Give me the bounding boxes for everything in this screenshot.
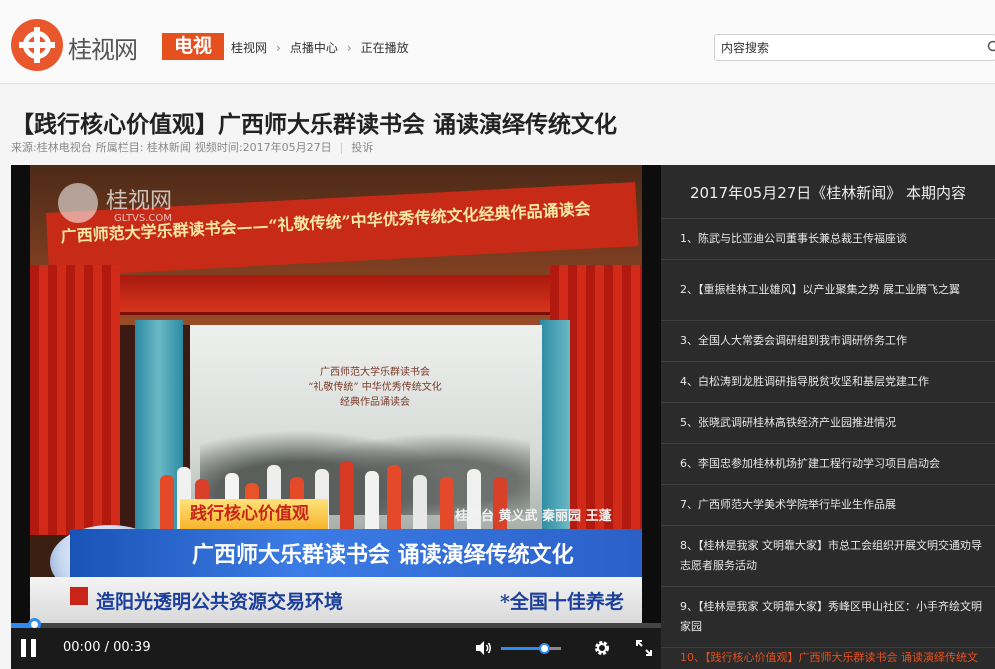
pause-button[interactable]	[21, 639, 37, 657]
caption-headline: 广西师大乐群读书会 诵读演绎传统文化	[192, 542, 574, 568]
list-item[interactable]: 4、白松涛到龙胜调研指导脱贫攻坚和基层党建工作	[661, 362, 995, 403]
complain-link[interactable]: 投诉	[351, 139, 373, 155]
article-meta: 来源:桂林电视台 所属栏目: 桂林新闻 视频时间:2017年05月27日 | 投…	[11, 139, 373, 155]
chevron-right-icon: ›	[346, 40, 352, 55]
list-item[interactable]: 8、【桂林是我家 文明靠大家】市总工会组织开展文明交通劝导志愿者服务活动	[661, 526, 995, 587]
time-display: 00:00 / 00:39	[63, 640, 151, 655]
page-title: 【践行核心价值观】广西师大乐群读书会 诵读演绎传统文化	[11, 112, 618, 138]
time-total: 00:39	[113, 640, 151, 655]
list-item[interactable]: 9、【桂林是我家 文明靠大家】秀峰区甲山社区：小手齐绘文明家园	[661, 587, 995, 648]
episode-list: 1、陈武与比亚迪公司董事长兼总裁王传福座谈 2、【重振桂林工业雄风】以产业聚集之势…	[661, 219, 995, 669]
list-item-label: 1、陈武与比亚迪公司董事长兼总裁王传福座谈	[680, 232, 907, 245]
list-item[interactable]: 5、张晓武调研桂林高铁经济产业园推进情况	[661, 403, 995, 444]
divider: |	[339, 140, 344, 154]
search-icon[interactable]	[987, 40, 995, 54]
breadcrumb-vod[interactable]: 点播中心	[290, 39, 338, 56]
backdrop-text: 广西师范大学乐群读书会 “礼敬传统” 中华优秀传统文化 经典作品诵读会	[308, 367, 442, 408]
volume-icon[interactable]	[474, 639, 492, 657]
list-item-label: 10、【践行核心价值观】广西师大乐群读书会 诵读演绎传统文化	[680, 651, 978, 664]
gear-icon[interactable]	[593, 639, 611, 657]
list-item[interactable]: 3、全国人大常委会调研组到我市调研侨务工作	[661, 321, 995, 362]
list-item-label: 6、李国忠参加桂林机场扩建工程行动学习项目启动会	[680, 457, 940, 470]
list-item-label: 9、【桂林是我家 文明靠大家】秀峰区甲山社区：小手齐绘文明家园	[680, 600, 982, 633]
video-frame[interactable]: 广西师范大学乐群读书会——“礼敬传统”中华优秀传统文化经典作品诵读会 广西师范大…	[11, 165, 661, 623]
caption-tag: 践行核心价值观	[180, 499, 328, 529]
time-current: 00:00	[63, 640, 101, 655]
sidebar-heading: 2017年05月27日《桂林新闻》 本期内容	[661, 165, 995, 219]
breadcrumb: 桂视网 › 点播中心 › 正在播放	[231, 39, 409, 56]
episode-sidebar: 2017年05月27日《桂林新闻》 本期内容 1、陈武与比亚迪公司董事长兼总裁王…	[661, 165, 995, 669]
site-logo-icon[interactable]	[11, 19, 63, 71]
channel-tag[interactable]: 电视	[162, 33, 224, 60]
list-item[interactable]: 6、李国忠参加桂林机场扩建工程行动学习项目启动会	[661, 444, 995, 485]
video-still: 广西师范大学乐群读书会——“礼敬传统”中华优秀传统文化经典作品诵读会 广西师范大…	[30, 165, 642, 623]
list-item-label: 5、张晓武调研桂林高铁经济产业园推进情况	[680, 416, 896, 429]
site-logo-text[interactable]: 桂视网	[68, 30, 138, 65]
list-item[interactable]: 2、【重振桂林工业雄风】以产业聚集之势 展工业腾飞之翼	[661, 260, 995, 321]
chevron-right-icon: ›	[276, 40, 281, 55]
list-item-label: 3、全国人大常委会调研组到我市调研侨务工作	[680, 334, 907, 347]
video-watermark: 桂视网 GLTVS.COM	[58, 177, 228, 225]
list-item-label: 4、白松涛到龙胜调研指导脱贫攻坚和基层党建工作	[680, 375, 929, 388]
search-input[interactable]	[715, 35, 975, 60]
volume-slider[interactable]	[501, 643, 561, 654]
site-header: 桂视网 电视 桂视网 › 点播中心 › 正在播放	[0, 0, 995, 84]
caption-credits: 桂林台 黄义武 秦丽园 王蓬	[455, 509, 612, 524]
list-item[interactable]: 7、广西师范大学美术学院举行毕业生作品展	[661, 485, 995, 526]
fullscreen-icon[interactable]	[635, 639, 653, 657]
list-item-label: 8、【桂林是我家 文明靠大家】市总工会组织开展文明交通劝导志愿者服务活动	[680, 539, 982, 572]
breadcrumb-home[interactable]: 桂视网	[231, 39, 267, 56]
list-item[interactable]: 1、陈武与比亚迪公司董事长兼总裁王传福座谈	[661, 219, 995, 260]
volume-handle[interactable]	[539, 643, 551, 654]
list-item[interactable]: 10、【践行核心价值观】广西师大乐群读书会 诵读演绎传统文化	[661, 648, 995, 669]
meta-column: 所属栏目: 桂林新闻	[95, 141, 191, 154]
list-item-label: 2、【重振桂林工业雄风】以产业聚集之势 展工业腾飞之翼	[680, 283, 960, 296]
video-player: 广西师范大学乐群读书会——“礼敬传统”中华优秀传统文化经典作品诵读会 广西师范大…	[11, 165, 661, 669]
meta-time: 视频时间:2017年05月27日	[194, 141, 332, 154]
news-ticker: 造阳光透明公共资源交易环境 *全国十佳养老	[30, 577, 642, 623]
meta-source: 来源:桂林电视台	[11, 141, 92, 154]
search-box	[714, 34, 995, 61]
breadcrumb-current: 正在播放	[360, 41, 409, 55]
player-controls: 00:00 / 00:39	[11, 628, 661, 669]
list-item-label: 7、广西师范大学美术学院举行毕业生作品展	[680, 498, 896, 511]
